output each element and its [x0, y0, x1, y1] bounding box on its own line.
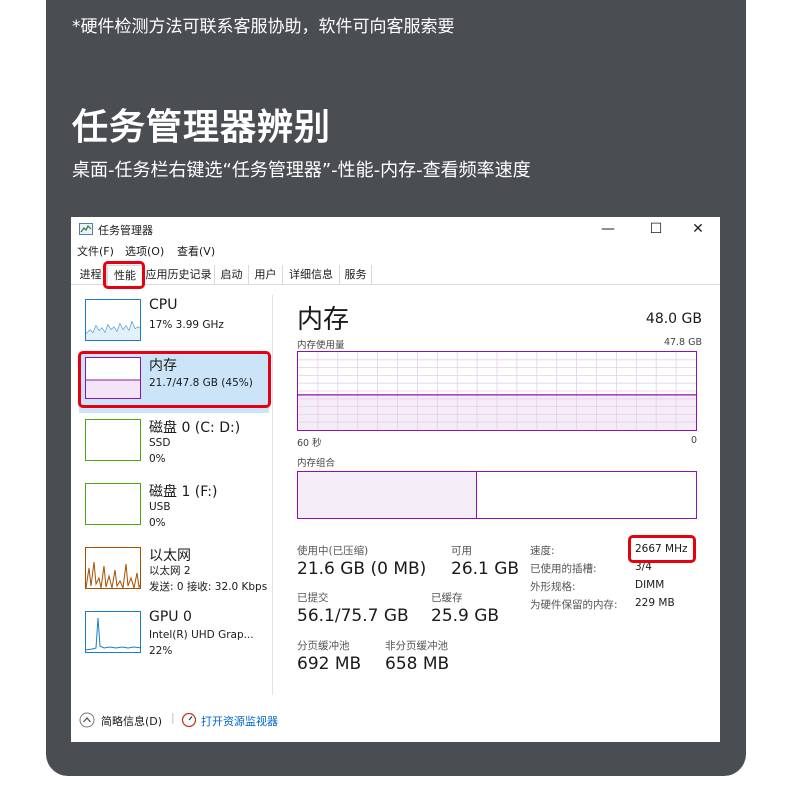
memory-in-use-segment: [298, 472, 478, 518]
highlight-performance-tab: [103, 261, 145, 289]
form-factor-label: 外形规格:: [530, 581, 576, 593]
resource-disk-0[interactable]: 磁盘 0 (C: D:) SSD 0%: [79, 415, 269, 475]
disk1-thumbnail: [85, 483, 141, 525]
section-title: 任务管理器辨别: [72, 107, 332, 148]
cpu-name: CPU: [149, 297, 178, 313]
form-factor-value: DIMM: [635, 579, 665, 591]
memory-composition-bar: [297, 471, 697, 519]
menu-options[interactable]: 选项(O): [125, 243, 164, 259]
open-resource-monitor-link[interactable]: 打开资源监视器: [201, 713, 278, 729]
disk1-usage: 0%: [149, 517, 166, 529]
memory-usage-graph-plot: [298, 352, 696, 430]
disk0-type: SSD: [149, 437, 171, 449]
pane-divider: [272, 295, 273, 695]
tab-app-history[interactable]: 应用历史记录: [143, 265, 215, 285]
available-label: 可用: [451, 545, 472, 557]
tab-users[interactable]: 用户: [249, 265, 283, 285]
committed-label: 已提交: [297, 592, 329, 604]
cpu-usage: 17% 3.99 GHz: [149, 319, 224, 331]
nonpaged-pool-value: 658 MB: [385, 654, 450, 674]
in-use-value: 21.6 GB (0 MB): [297, 559, 427, 579]
in-use-label: 使用中(已压缩): [297, 545, 369, 557]
resource-monitor-icon[interactable]: [181, 712, 197, 728]
resource-list: CPU 17% 3.99 GHz 内存 21.7/47.8 GB (45%) 磁…: [71, 287, 273, 697]
disk1-name: 磁盘 1 (F:): [149, 484, 218, 500]
chevron-up-circle-icon[interactable]: [79, 712, 95, 728]
memory-composition-label: 内存组合: [297, 458, 336, 469]
resource-cpu[interactable]: CPU 17% 3.99 GHz: [79, 295, 269, 355]
disk1-type: USB: [149, 501, 171, 513]
minimize-button[interactable]: —: [593, 219, 623, 239]
menu-file[interactable]: 文件(F): [77, 243, 114, 259]
memory-usage-label: 内存使用量: [297, 340, 345, 351]
cpu-thumbnail: [85, 299, 141, 341]
banner-note: *硬件检测方法可联系客服协助，软件可向客服索要: [72, 17, 455, 37]
resource-disk-1[interactable]: 磁盘 1 (F:) USB 0%: [79, 479, 269, 539]
reserved-value: 229 MB: [635, 597, 675, 609]
disk0-usage: 0%: [149, 453, 166, 465]
resource-ethernet[interactable]: 以太网 以太网 2 发送: 0 接收: 32.0 Kbps: [79, 543, 269, 603]
committed-value: 56.1/75.7 GB: [297, 606, 409, 626]
tab-startup[interactable]: 启动: [215, 265, 249, 285]
footer-bar: 简略信息(D) | 打开资源监视器: [71, 707, 720, 733]
gpu-name: GPU 0: [149, 609, 192, 625]
highlight-speed-value: [628, 535, 696, 563]
memory-detail-pane: 内存 48.0 GB 内存使用量 47.8 GB 60 秒 0 内存组合 使用中…: [287, 287, 707, 707]
ethernet-name: 以太网: [149, 548, 191, 564]
memory-heading: 内存: [297, 305, 350, 335]
available-value: 26.1 GB: [451, 559, 520, 579]
disk0-thumbnail: [85, 419, 141, 461]
memory-usage-graph: [297, 351, 697, 431]
fewer-details-link[interactable]: 简略信息(D): [101, 713, 162, 729]
graph-time-right: 0: [690, 435, 697, 446]
tab-services[interactable]: 服务: [340, 265, 372, 285]
highlight-memory-item: [78, 351, 271, 408]
resource-gpu[interactable]: GPU 0 Intel(R) UHD Grap... 22%: [79, 607, 269, 667]
section-subtitle: 桌面-任务栏右键选“任务管理器”-性能-内存-查看频率速度: [72, 160, 531, 181]
reserved-label: 为硬件保留的内存:: [530, 599, 618, 611]
nonpaged-pool-label: 非分页缓冲池: [385, 640, 448, 652]
close-button[interactable]: ✕: [683, 219, 713, 239]
menu-view[interactable]: 查看(V): [177, 243, 215, 259]
speed-label: 速度:: [530, 545, 555, 557]
memory-usage-max: 47.8 GB: [663, 337, 702, 348]
maximize-button[interactable]: ☐: [641, 219, 671, 239]
ethernet-adapter: 以太网 2: [149, 565, 191, 577]
slots-label: 已使用的插槽:: [530, 563, 597, 575]
tab-bar: 进程 性能 应用历史记录 启动 用户 详细信息 服务: [71, 265, 720, 286]
title-bar: 任务管理器 — ☐ ✕: [71, 217, 720, 241]
disk0-name: 磁盘 0 (C: D:): [149, 420, 241, 436]
task-manager-icon: [79, 223, 93, 235]
gpu-thumbnail: [85, 611, 141, 653]
paged-pool-value: 692 MB: [297, 654, 362, 674]
ethernet-throughput: 发送: 0 接收: 32.0 Kbps: [149, 581, 268, 593]
footer-separator: |: [171, 711, 175, 724]
cached-label: 已缓存: [431, 592, 463, 604]
memory-total: 48.0 GB: [645, 311, 702, 327]
paged-pool-label: 分页缓冲池: [297, 640, 350, 652]
tab-details[interactable]: 详细信息: [283, 265, 340, 285]
gpu-model: Intel(R) UHD Grap...: [149, 629, 254, 641]
task-manager-window: 任务管理器 — ☐ ✕ 文件(F) 选项(O) 查看(V) 进程 性能 应用历史…: [71, 217, 720, 742]
window-title: 任务管理器: [98, 224, 153, 237]
graph-time-left: 60 秒: [297, 438, 322, 449]
ethernet-thumbnail: [85, 547, 141, 589]
cached-value: 25.9 GB: [431, 606, 500, 626]
gpu-usage: 22%: [149, 645, 173, 657]
